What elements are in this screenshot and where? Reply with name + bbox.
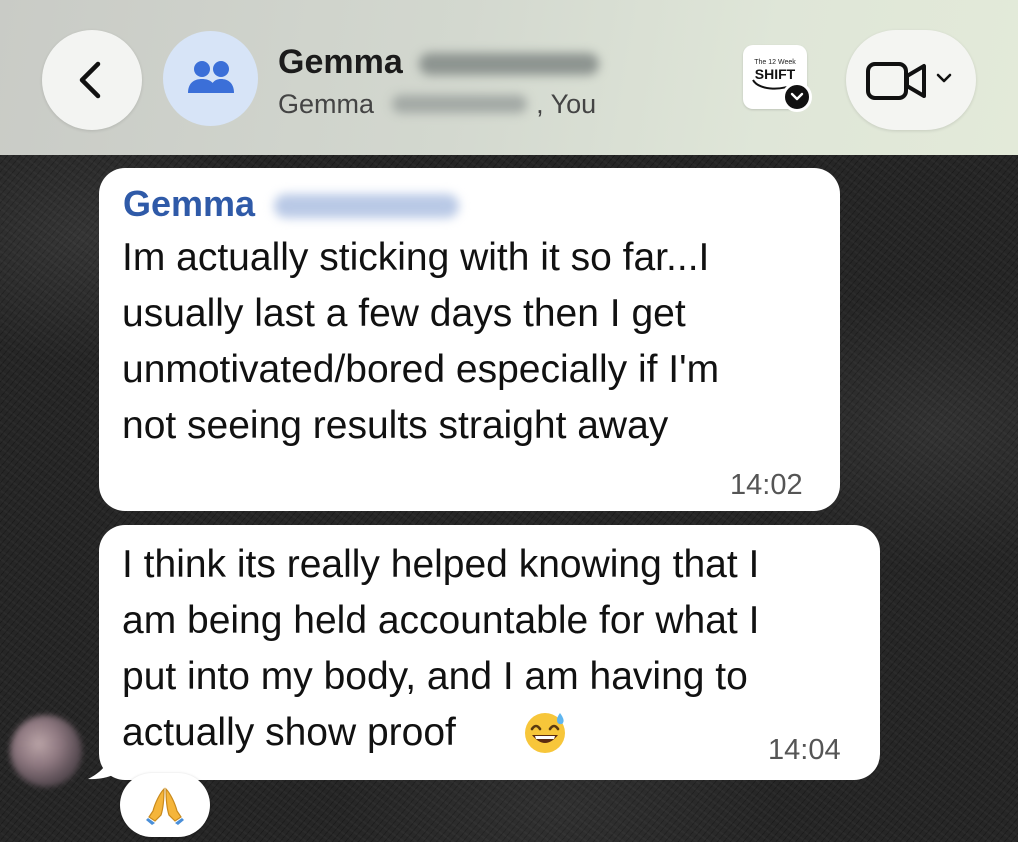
brand-logo[interactable]: The 12 Week SHIFT — [743, 45, 812, 112]
message-bubble[interactable]: I think its really helped knowing that I… — [99, 525, 880, 780]
message-line: actually show proof — [122, 711, 456, 754]
message-line: Im actually sticking with it so far...I — [122, 236, 710, 279]
message-sender[interactable]: Gemma — [123, 182, 459, 226]
group-people-icon — [188, 61, 234, 93]
back-button[interactable] — [42, 30, 142, 130]
message-line: not seeing results straight away — [122, 404, 669, 447]
redacted-surname — [391, 95, 527, 113]
message-text: I think its really helped knowing that I… — [122, 537, 759, 761]
message-timestamp: 14:02 — [730, 469, 803, 501]
sender-avatar[interactable] — [10, 715, 82, 787]
message-line: usually last a few days then I get — [122, 292, 686, 335]
chevron-left-icon — [79, 61, 101, 99]
chevron-down-icon — [936, 73, 952, 83]
redacted-surname — [419, 53, 600, 75]
chat-title: Gemma — [278, 43, 403, 81]
member-you: , You — [536, 89, 597, 119]
chat-members: Gemma , You — [278, 86, 596, 122]
bubble-tail — [88, 755, 126, 780]
video-camera-icon — [866, 62, 926, 100]
video-call-button[interactable] — [846, 30, 976, 130]
folded-hands-icon — [146, 787, 184, 825]
chat-title-block[interactable]: Gemma Gemma , You — [278, 42, 718, 122]
message-timestamp: 14:04 — [768, 734, 841, 766]
chat-header: Gemma Gemma , You The 12 Week SHIFT — [0, 0, 1018, 155]
message-line: am being held accountable for what I — [122, 599, 760, 642]
message-line: unmotivated/bored especially if I'm — [122, 348, 720, 391]
reaction-folded-hands[interactable] — [120, 773, 210, 837]
grinning-face-with-sweat-icon — [525, 713, 565, 753]
redacted-surname — [273, 194, 459, 218]
member-name: Gemma — [278, 89, 375, 119]
message-bubble[interactable]: Gemma Im actually sticking with it so fa… — [99, 168, 840, 511]
message-text: Im actually sticking with it so far...I … — [122, 230, 719, 454]
verified-badge-icon — [782, 82, 812, 112]
sender-name: Gemma — [123, 183, 256, 224]
message-line: I think its really helped knowing that I — [122, 543, 760, 586]
group-avatar[interactable] — [163, 31, 258, 126]
message-line: put into my body, and I am having to — [122, 655, 748, 698]
